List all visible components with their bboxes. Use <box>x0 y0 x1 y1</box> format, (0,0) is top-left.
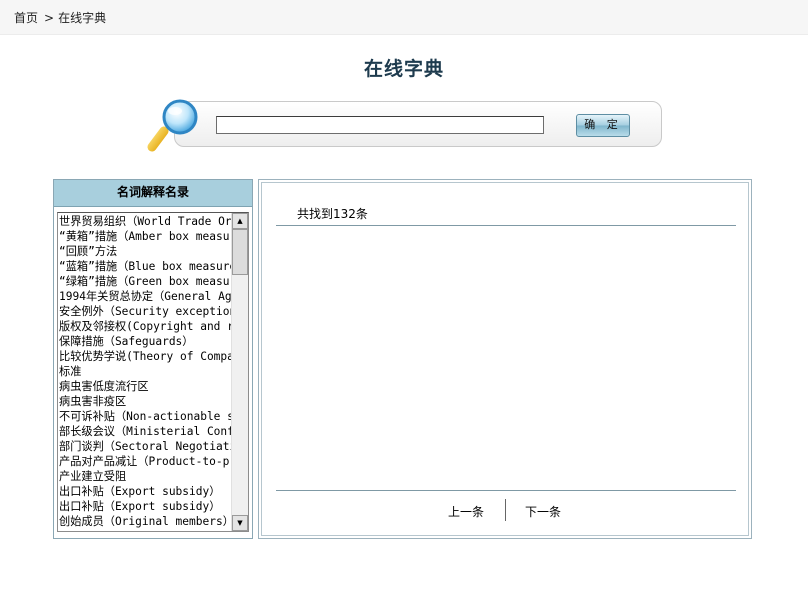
term-list-item[interactable]: 出口补贴（Export subsidy） <box>59 484 231 499</box>
breadcrumb-separator: > <box>44 11 55 25</box>
term-list-item[interactable]: 标准 <box>59 364 231 379</box>
term-list-item[interactable]: 世界贸易组织（World Trade Organization） <box>59 214 231 229</box>
term-list-item[interactable]: 创始成员（Original members） <box>59 514 231 529</box>
term-list-item[interactable]: 病虫害低度流行区 <box>59 379 231 394</box>
term-list-item[interactable]: 病虫害非疫区 <box>59 394 231 409</box>
term-list-item[interactable]: “回顾”方法 <box>59 244 231 259</box>
term-list-item[interactable]: 产业建立受阻 <box>59 469 231 484</box>
scroll-up-arrow-icon[interactable]: ▲ <box>232 213 248 229</box>
term-list-item[interactable]: “黄箱”措施（Amber box measures） <box>59 229 231 244</box>
term-list-item[interactable]: 安全例外（Security exceptions） <box>59 304 231 319</box>
term-list-item[interactable]: “蓝箱”措施（Blue box measures） <box>59 259 231 274</box>
term-list-item[interactable]: 部门谈判（Sectoral Negotiation） <box>59 439 231 454</box>
breadcrumb-home-link[interactable]: 首页 <box>14 11 38 25</box>
term-list-item[interactable]: 1994年关贸总协定（General Agreement） <box>59 289 231 304</box>
top-bar: 首页 > 在线字典 <box>0 0 808 35</box>
term-list-header: 名词解释名录 <box>54 180 252 207</box>
breadcrumb-current: 在线字典 <box>58 11 107 25</box>
term-list-item[interactable]: 比较优势学说(Theory of Comparative Advantage) <box>59 349 231 364</box>
term-list-panel: 名词解释名录 世界贸易组织（World Trade Organization）“… <box>53 179 253 539</box>
confirm-button[interactable]: 确 定 <box>576 114 630 137</box>
search-input[interactable] <box>216 116 544 134</box>
divider-bottom <box>276 490 736 491</box>
magnifier-icon <box>147 99 198 152</box>
result-panel: 共找到132条 上一条 下一条 <box>258 179 752 539</box>
result-panel-inner: 共找到132条 上一条 下一条 <box>261 182 749 536</box>
next-button[interactable]: 下一条 <box>525 503 561 520</box>
breadcrumb: 首页 > 在线字典 <box>14 9 106 26</box>
term-list-item[interactable]: 不可诉补贴（Non-actionable subsidies） <box>59 409 231 424</box>
term-list-item[interactable]: 保障措施（Safeguards） <box>59 334 231 349</box>
scroll-thumb[interactable] <box>232 229 248 275</box>
divider-top <box>276 225 736 226</box>
search-bar: 确 定 <box>174 101 662 147</box>
prev-button[interactable]: 上一条 <box>448 503 484 520</box>
page-title: 在线字典 <box>363 58 444 80</box>
list-scrollbar[interactable]: ▲ ▼ <box>231 213 248 531</box>
term-list-item[interactable]: “绿箱”措施（Green box measures） <box>59 274 231 289</box>
term-list-item[interactable]: 出口补贴（Export subsidy） <box>59 499 231 514</box>
term-list-items: 世界贸易组织（World Trade Organization）“黄箱”措施（A… <box>59 214 231 529</box>
term-list-item[interactable]: 部长级会议（Ministerial Conference） <box>59 424 231 439</box>
term-list-item[interactable]: 产品对产品减让（Product-to-product） <box>59 454 231 469</box>
nav-divider <box>505 499 506 521</box>
scroll-down-arrow-icon[interactable]: ▼ <box>232 515 248 531</box>
term-list-item[interactable]: 版权及邻接权(Copyright and related rights) <box>59 319 231 334</box>
result-count: 共找到132条 <box>297 207 368 221</box>
term-listbox[interactable]: 世界贸易组织（World Trade Organization）“黄箱”措施（A… <box>57 212 249 532</box>
